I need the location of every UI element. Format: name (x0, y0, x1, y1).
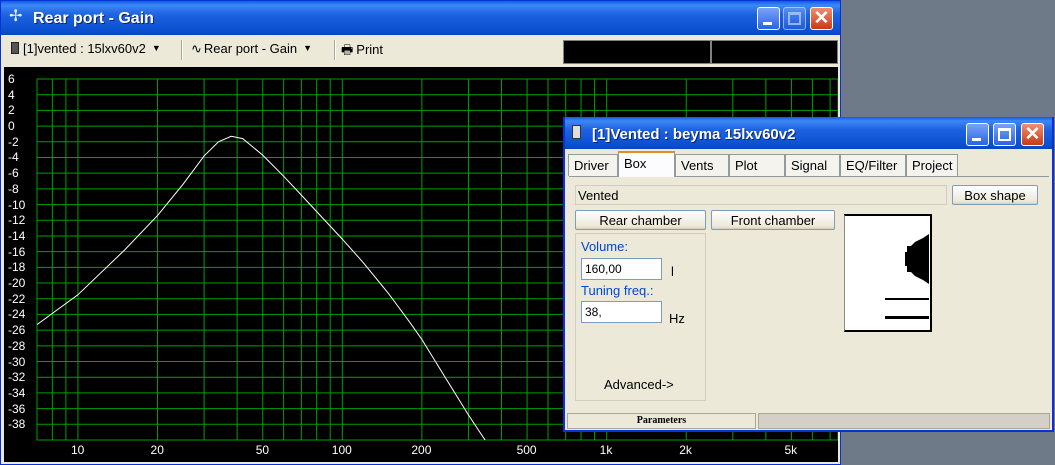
y-tick-label: -22 (8, 291, 26, 306)
tuning-freq-unit: Hz (669, 311, 685, 326)
print-button[interactable]: 🖶 Print (341, 41, 383, 63)
project-dropdown[interactable]: [1]vented : 15lxv60v2 ▼ (11, 41, 161, 56)
dialog-statusbar: Parameters (565, 412, 1052, 430)
y-tick-label: -26 (8, 323, 26, 338)
dialog-close-button[interactable]: ✕ (1021, 123, 1044, 146)
tab-vents[interactable]: Vents (675, 154, 729, 176)
y-tick-label: -28 (8, 338, 26, 353)
advanced-button[interactable]: Advanced-> (604, 377, 674, 392)
front-chamber-button[interactable]: Front chamber (711, 210, 835, 230)
dialog-maximize-button[interactable] (993, 123, 1016, 146)
y-tick-label: -30 (8, 354, 26, 369)
main-titlebar[interactable]: ✢ Rear port - Gain ✕ (1, 1, 840, 35)
close-button[interactable]: ✕ (810, 7, 833, 30)
tab-signal[interactable]: Signal (785, 154, 840, 176)
y-tick-label: -10 (8, 197, 26, 212)
y-tick-label: -12 (8, 213, 26, 228)
box-diagram-svg (885, 234, 929, 319)
port-line-bottom (885, 316, 929, 319)
tuning-freq-input[interactable] (581, 301, 662, 323)
box-type-field: Vented (575, 185, 947, 205)
tab-driver[interactable]: Driver (568, 154, 618, 176)
tab-eq-filter[interactable]: EQ/Filter (840, 154, 906, 176)
driver-icon (905, 234, 929, 284)
minimize-button[interactable] (757, 7, 780, 30)
project-dropdown-label: [1]vented : 15lxv60v2 (23, 41, 146, 56)
crosshair-icon: ✢ (9, 8, 23, 25)
rear-chamber-button[interactable]: Rear chamber (575, 210, 706, 230)
box-parameters-dialog: [1]Vented : beyma 15lxv60v2 ✕ Driver Box… (563, 117, 1054, 432)
graph-dropdown-label: Rear port - Gain (203, 41, 298, 56)
rear-chamber-group: Volume: l Tuning freq.: Hz Advanced-> (575, 233, 706, 401)
y-tick-label: 0 (8, 119, 15, 134)
y-tick-label: 6 (8, 72, 15, 86)
volume-label: Volume: (581, 239, 628, 254)
x-tick-label: 500 (516, 443, 537, 457)
x-tick-label: 10 (70, 443, 85, 457)
x-tick-label: 100 (331, 443, 352, 457)
box-diagram (844, 214, 932, 332)
y-tick-label: -14 (8, 228, 26, 243)
x-tick-label: 2k (679, 443, 692, 457)
box-tab-panel: Vented Box shape Rear chamber Front cham… (569, 176, 1049, 410)
minimize-icon (763, 22, 772, 25)
y-tick-label: -32 (8, 370, 26, 385)
chevron-down-icon: ▼ (303, 43, 313, 53)
close-icon: ✕ (813, 8, 830, 29)
print-label: Print (356, 42, 384, 57)
maximize-icon (998, 128, 1011, 141)
port-line-top (885, 298, 929, 300)
tab-project[interactable]: Project (906, 154, 958, 176)
maximize-icon (788, 12, 801, 25)
tuning-freq-label: Tuning freq.: (581, 283, 654, 298)
y-tick-label: -8 (8, 181, 19, 196)
dialog-titlebar[interactable]: [1]Vented : beyma 15lxv60v2 ✕ (565, 117, 1052, 149)
volume-input[interactable] (581, 258, 662, 280)
tab-plot[interactable]: Plot (729, 154, 785, 176)
y-tick-label: -16 (8, 244, 26, 259)
y-tick-label: -4 (8, 150, 19, 165)
y-tick-label: 2 (8, 103, 15, 118)
x-tick-label: 5k (784, 443, 798, 457)
chevron-down-icon: ▼ (151, 43, 161, 53)
x-tick-label: 200 (411, 443, 432, 457)
toolbar-separator (334, 40, 336, 60)
maximize-button[interactable] (783, 7, 806, 30)
box-shape-button[interactable]: Box shape (952, 185, 1038, 205)
y-tick-label: 4 (8, 87, 15, 102)
printer-icon: 🖶 (341, 42, 354, 57)
x-tick-label: 1k (599, 443, 613, 457)
minimize-icon (972, 138, 981, 141)
y-tick-label: -18 (8, 260, 26, 275)
main-window-title: Rear port - Gain (33, 10, 154, 27)
y-tick-label: -34 (8, 385, 26, 400)
y-tick-label: -38 (8, 417, 26, 432)
y-tick-label: -20 (8, 276, 26, 291)
x-tick-label: 20 (150, 443, 164, 457)
tab-box[interactable]: Box (618, 151, 675, 177)
status-pane-parameters: Parameters (567, 413, 756, 429)
y-tick-label: -2 (8, 134, 19, 149)
y-tick-label: -6 (8, 166, 19, 181)
dialog-title: [1]Vented : beyma 15lxv60v2 (592, 126, 796, 143)
readout-box-2 (711, 40, 838, 64)
dialog-minimize-button[interactable] (966, 123, 989, 146)
speaker-icon (572, 125, 581, 139)
close-icon: ✕ (1024, 124, 1041, 145)
toolbar-separator (181, 40, 183, 60)
y-tick-label: -24 (8, 307, 26, 322)
waveform-icon: ∿ (191, 41, 202, 56)
x-tick-label: 50 (255, 443, 270, 457)
graph-dropdown[interactable]: ∿ Rear port - Gain ▼ (191, 41, 312, 57)
speaker-icon (11, 42, 19, 54)
y-tick-label: -36 (8, 401, 26, 416)
status-pane-empty (758, 413, 1050, 429)
volume-unit: l (671, 264, 674, 279)
readout-box-1 (563, 40, 711, 64)
main-toolbar: [1]vented : 15lxv60v2 ▼ ∿ Rear port - Gain… (5, 37, 838, 64)
